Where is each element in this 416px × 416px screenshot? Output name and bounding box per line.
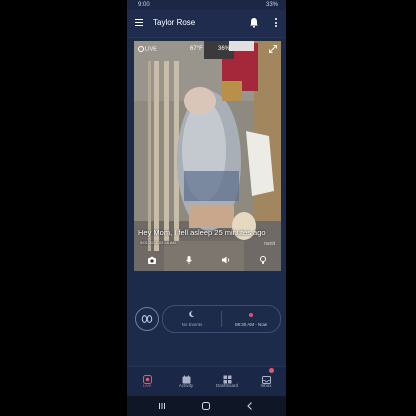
microphone-icon[interactable] (184, 255, 194, 265)
sleep-summary-card[interactable]: No Events 08:30 AM - Now (162, 305, 281, 333)
video-controls (134, 255, 281, 269)
page-title: Taylor Rose (153, 18, 196, 27)
live-tab-icon (142, 371, 152, 384)
back-icon[interactable] (245, 401, 255, 411)
dashboard-tab-icon (223, 371, 232, 384)
more-options-icon[interactable] (274, 18, 278, 29)
home-icon[interactable] (201, 401, 211, 411)
moon-icon (189, 311, 195, 317)
tab-inbox[interactable]: Inbox (251, 368, 281, 388)
hamburger-menu-icon[interactable] (135, 19, 143, 27)
bell-icon[interactable] (249, 17, 259, 28)
inbox-badge (268, 368, 274, 373)
night-light-icon[interactable] (258, 255, 268, 265)
bottom-tab-bar: Live Activity Dashboard Inbox (127, 366, 286, 397)
sleep-mode-button[interactable] (135, 307, 159, 331)
tab-live[interactable]: Live (132, 371, 162, 388)
system-nav-bar (127, 396, 286, 416)
caption-timestamp: 9/01/2022 02:46 AM (140, 240, 176, 245)
sleep-time-range: 08:30 AM - Now (234, 322, 267, 327)
app-screen: 9:00 33% Taylor Rose LIVE 67°F 36% Hey M… (127, 0, 286, 416)
status-time: 9:00 (138, 2, 150, 8)
inbox-tab-icon (261, 368, 274, 384)
tab-activity[interactable]: Activity (171, 371, 201, 388)
humidity-readout: 36% (218, 46, 231, 52)
temperature-readout: 67°F (190, 46, 203, 52)
recent-apps-icon[interactable] (157, 401, 167, 411)
speaker-icon[interactable] (221, 255, 231, 265)
app-header: Taylor Rose (127, 10, 286, 38)
recording-dot-icon (249, 313, 253, 317)
video-overlay-top: LIVE 67°F 36% (134, 45, 281, 55)
camera-icon[interactable] (147, 255, 157, 265)
status-battery: 33% (265, 2, 278, 8)
no-events-label: No Events (181, 322, 203, 327)
brand-watermark: nanit (264, 241, 275, 247)
status-bar: 9:00 33% (127, 0, 286, 10)
footprints-icon (141, 315, 153, 323)
activity-tab-icon (182, 371, 191, 384)
sleep-caption: Hey Mom, I fell asleep 25 minutes ago (138, 228, 266, 237)
fullscreen-icon[interactable] (269, 45, 277, 53)
live-video-feed[interactable]: LIVE 67°F 36% Hey Mom, I fell asleep 25 … (134, 41, 281, 271)
live-badge: LIVE (138, 46, 157, 52)
tab-dashboard[interactable]: Dashboard (212, 371, 242, 388)
